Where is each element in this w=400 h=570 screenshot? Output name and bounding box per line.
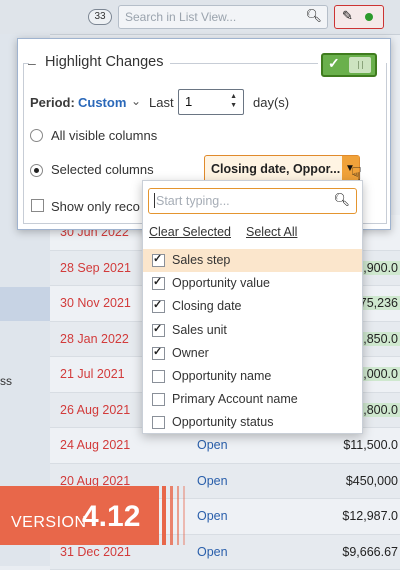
period-label: Period: [30,95,75,110]
column-option[interactable]: Opportunity name [143,365,362,388]
column-option-checkbox[interactable] [152,370,165,383]
column-search-placeholder: Start typing... [156,194,230,208]
column-option[interactable]: Sales unit [143,319,362,342]
closing-date-cell: 24 Aug 2021 [60,438,130,452]
amount-cell: ,850.0 [357,332,400,346]
status-cell: Open [197,545,228,559]
text-caret [154,193,155,208]
list-toolbar: 33 Search in List View... 🔍︎ ✎ [0,0,400,35]
closing-date-cell: 28 Sep 2021 [60,261,131,275]
columns-dropdown: Start typing... 🔍︎ Clear Selected Select… [142,180,363,434]
list-search-input[interactable]: Search in List View... 🔍︎ [118,5,328,29]
column-option-checkbox[interactable] [152,347,165,360]
column-option[interactable]: Sales step [143,249,362,272]
amount-cell: $450,000 [346,474,400,488]
pencil-icon: ✎ [342,8,353,24]
list-search-placeholder: Search in List View... [125,10,236,24]
column-option-label[interactable]: Opportunity name [172,369,271,383]
closing-date-cell: 28 Jan 2022 [60,332,129,346]
closing-date-cell: 21 Jul 2021 [60,367,125,381]
collapse-dash-icon[interactable]: – [28,55,36,71]
column-option-checkbox[interactable] [152,254,165,267]
column-option-label[interactable]: Owner [172,346,209,360]
amount-cell: $12,987.0 [342,509,400,523]
banner-stripe [183,486,185,545]
amount-cell: $11,500.0 [343,438,400,452]
record-count-badge: 33 [88,9,112,25]
status-cell: Open [197,474,228,488]
toggle-knob[interactable] [349,57,371,73]
fieldset-border [170,63,318,64]
column-option-checkbox[interactable] [152,324,165,337]
column-option[interactable]: Closing date [143,295,362,318]
status-dot [365,13,373,21]
dialog-title: Highlight Changes [42,54,167,70]
search-icon[interactable]: 🔍︎ [333,192,350,208]
closing-date-cell: 30 Nov 2021 [60,296,131,310]
column-option-label[interactable]: Opportunity value [172,276,270,290]
show-only-label[interactable]: Show only reco [51,199,140,214]
selected-columns-label[interactable]: Selected columns [51,162,154,177]
column-option-label[interactable]: Opportunity status [172,415,273,429]
column-option-checkbox[interactable] [152,277,165,290]
spin-up-icon[interactable]: ▲ [230,93,237,100]
version-number: 4.12 [82,500,140,534]
columns-select-value: Closing date, Oppor... [211,162,340,176]
column-option[interactable]: Opportunity status [143,411,362,434]
status-cell: Open [197,438,228,452]
banner-stripe [177,486,179,545]
column-option[interactable]: Primary Account name [143,388,362,411]
banner-stripe [162,486,166,545]
version-banner: VERSION 4.12 [0,486,159,545]
column-option-label[interactable]: Primary Account name [172,392,298,406]
chevron-down-icon[interactable]: ⌄ [131,94,141,108]
select-all-link[interactable]: Select All [246,225,297,239]
column-option[interactable]: Owner [143,342,362,365]
column-option-checkbox[interactable] [152,416,165,429]
checkmark-icon: ✓ [328,55,340,72]
closing-date-cell: 31 Dec 2021 [60,545,131,559]
clear-selected-link[interactable]: Clear Selected [149,225,231,239]
version-label: VERSION [11,514,87,532]
spin-down-icon[interactable]: ▼ [230,102,237,109]
last-days-stepper[interactable]: 1 ▲ ▼ [178,89,244,115]
last-days-value[interactable]: 1 [185,94,192,109]
column-option-checkbox[interactable] [152,393,165,406]
search-icon[interactable]: 🔍︎ [305,8,322,24]
column-option[interactable]: Opportunity value [143,272,362,295]
column-option-label[interactable]: Sales step [172,253,230,267]
period-select[interactable]: Custom [78,95,126,110]
column-option-label[interactable]: Closing date [172,299,242,313]
status-cell: Open [197,509,228,523]
amount-cell: $9,666.67 [342,545,400,559]
selected-columns-radio[interactable] [30,164,43,177]
highlight-changes-button[interactable]: ✎ [334,5,384,29]
highlight-toggle[interactable]: ✓ [321,53,377,77]
show-only-checkbox[interactable] [31,199,44,212]
cell-fragment: ss [0,374,12,388]
all-columns-label[interactable]: All visible columns [51,128,157,143]
selected-row-marker [0,287,50,321]
column-option-checkbox[interactable] [152,300,165,313]
last-label: Last [149,95,174,110]
banner-stripe [170,486,173,545]
closing-date-cell: 26 Aug 2021 [60,403,130,417]
column-search-input[interactable]: Start typing... 🔍︎ [148,188,357,214]
column-option-label[interactable]: Sales unit [172,323,227,337]
amount-cell: ,900.0 [357,261,400,275]
days-label: day(s) [253,95,289,110]
all-columns-radio[interactable] [30,129,43,142]
